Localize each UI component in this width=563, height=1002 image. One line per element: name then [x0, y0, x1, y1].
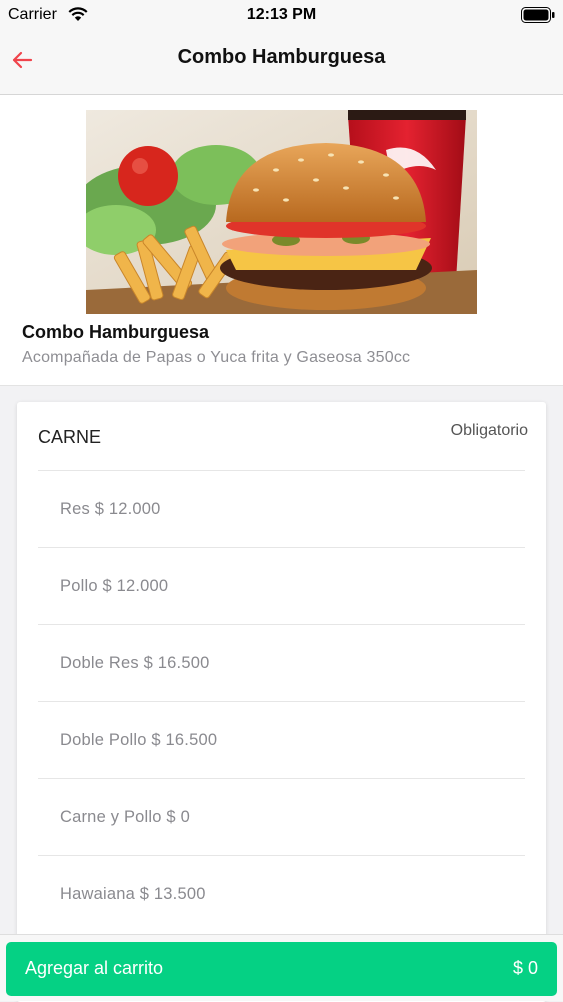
option-label: Carne y Pollo $ 0: [60, 807, 190, 826]
cart-total: $ 0: [512, 958, 538, 978]
option-item[interactable]: Hawaiana $ 13.500: [38, 855, 525, 932]
option-list: Res $ 12.000 Pollo $ 12.000 Doble Res $ …: [38, 470, 525, 932]
option-label: Doble Pollo $ 16.500: [60, 730, 218, 749]
option-group-title: CARNE: [38, 427, 102, 447]
option-item[interactable]: Carne y Pollo $ 0: [38, 778, 525, 855]
option-label: Hawaiana $ 13.500: [60, 884, 206, 903]
option-label: Pollo $ 12.000: [60, 576, 169, 595]
page-title: Combo Hamburguesa: [177, 46, 386, 68]
add-to-cart-label: Agregar al carrito: [25, 958, 164, 978]
options-card: CARNE Obligatorio Res $ 12.000 Pollo $ 1…: [17, 402, 546, 1002]
option-item[interactable]: Pollo $ 12.000: [38, 547, 525, 624]
product-description: Acompañada de Papas o Yuca frita y Gaseo…: [22, 349, 411, 366]
option-label: Doble Res $ 16.500: [60, 653, 210, 672]
status-bar: Carrier 12:13 PM: [0, 0, 563, 30]
battery-icon: [521, 7, 555, 28]
option-item[interactable]: Doble Pollo $ 16.500: [38, 701, 525, 778]
product-image: [86, 110, 477, 314]
status-time: 12:13 PM: [246, 6, 317, 23]
product-section: Combo Hamburguesa Acompañada de Papas o …: [0, 95, 563, 386]
bottom-bar: Agregar al carrito $ 0: [0, 934, 563, 1001]
option-label: Res $ 12.000: [60, 499, 161, 518]
product-name: Combo Hamburguesa: [22, 322, 210, 342]
option-item[interactable]: Doble Res $ 16.500: [38, 624, 525, 701]
navigation-bar: Combo Hamburguesa: [0, 30, 563, 95]
option-item[interactable]: Res $ 12.000: [38, 470, 525, 547]
add-to-cart-button[interactable]: Agregar al carrito $ 0: [6, 942, 557, 996]
required-label: Obligatorio: [450, 422, 528, 439]
